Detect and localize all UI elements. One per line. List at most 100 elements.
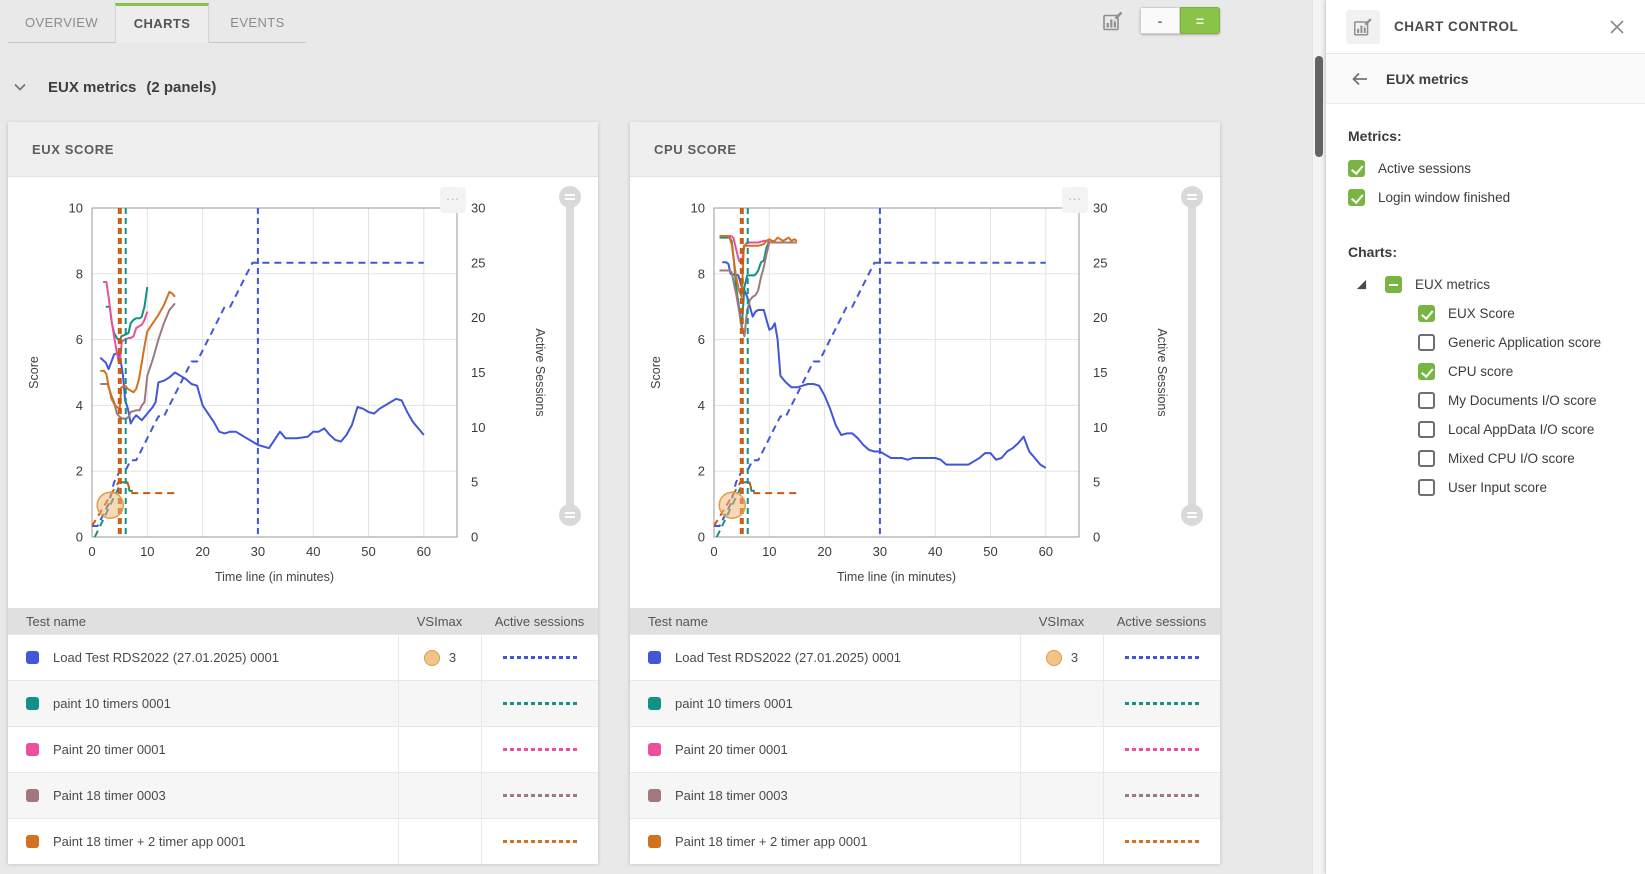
chart-option-label: Local AppData I/O score: [1448, 422, 1594, 437]
close-icon[interactable]: [1607, 17, 1627, 37]
svg-text:50: 50: [361, 544, 375, 559]
chart-toggle-eux-score[interactable]: EUX Score: [1348, 299, 1645, 328]
x-axis-label: Time line (in minutes): [837, 570, 956, 584]
slider-handle-top[interactable]: [559, 186, 581, 208]
test-name: Paint 18 timer 0003: [675, 788, 788, 803]
svg-text:4: 4: [76, 398, 83, 413]
panel-title: CPU SCORE: [654, 142, 737, 157]
column-header: Active sessions: [1103, 614, 1220, 629]
chart-control-icon: [1346, 10, 1380, 44]
chart-option-label: My Documents I/O score: [1448, 393, 1597, 408]
tab-overview[interactable]: OVERVIEW: [8, 3, 115, 43]
chart-edit-icon[interactable]: [1100, 8, 1126, 34]
table-row: Load Test RDS2022 (27.01.2025) 0001 3: [8, 634, 598, 680]
chart-toggle-cpu-score[interactable]: CPU score: [1348, 357, 1645, 386]
chart-toggle-mixed-cpu-i-o-score[interactable]: Mixed CPU I/O score: [1348, 444, 1645, 473]
vsimax-cell: 3: [398, 635, 481, 680]
chart-control-panel: CHART CONTROL EUX metrics Metrics: Activ…: [1326, 0, 1645, 874]
test-name-cell: Load Test RDS2022 (27.01.2025) 0001: [8, 635, 398, 680]
active-sessions-cell: [481, 681, 598, 726]
tab-events[interactable]: EVENTS: [209, 3, 306, 43]
chart-option-label: EUX Score: [1448, 306, 1515, 321]
chart-toggle-local-appdata-i-o-score[interactable]: Local AppData I/O score: [1348, 415, 1645, 444]
series-paint-18-timer-2-timer-app-0001: [100, 292, 175, 409]
chevron-down-icon[interactable]: [12, 79, 28, 95]
chart-toggle-my-documents-i-o-score[interactable]: My Documents I/O score: [1348, 386, 1645, 415]
scrollbar-thumb[interactable]: [1315, 56, 1323, 157]
checkbox[interactable]: [1348, 160, 1365, 177]
svg-text:10: 10: [762, 544, 776, 559]
svg-text:0: 0: [88, 544, 95, 559]
active-sessions-cell: [1103, 773, 1220, 818]
vsimax-value: 3: [1071, 650, 1078, 665]
series-color-swatch: [26, 697, 39, 710]
test-name: Paint 18 timer + 2 timer app 0001: [675, 834, 868, 849]
vsimax-marker: [719, 492, 745, 518]
checkbox[interactable]: [1418, 421, 1435, 438]
test-name-cell: paint 10 timers 0001: [8, 681, 398, 726]
checkbox[interactable]: [1348, 189, 1365, 206]
back-arrow-icon[interactable]: [1350, 69, 1370, 89]
table-row: Load Test RDS2022 (27.01.2025) 0001 3: [630, 634, 1220, 680]
metric-toggle-active-sessions[interactable]: Active sessions: [1348, 154, 1645, 183]
chart-more-button[interactable]: ...: [1062, 187, 1088, 213]
svg-text:0: 0: [76, 530, 83, 545]
checkbox[interactable]: [1418, 450, 1435, 467]
vsimax-value: 3: [449, 650, 456, 665]
checkbox[interactable]: [1418, 305, 1435, 322]
column-header: Active sessions: [481, 614, 598, 629]
test-name: Load Test RDS2022 (27.01.2025) 0001: [675, 650, 901, 665]
svg-text:0: 0: [710, 544, 717, 559]
test-name-cell: paint 10 timers 0001: [630, 681, 1020, 726]
dashed-line-sample: [503, 748, 577, 751]
active-sessions-cell: [481, 773, 598, 818]
slider-handle-bottom[interactable]: [1181, 504, 1203, 526]
test-name-cell: Paint 18 timer 0003: [630, 773, 1020, 818]
test-name: paint 10 timers 0001: [53, 696, 171, 711]
metric-toggle-login-window-finished[interactable]: Login window finished: [1348, 183, 1645, 212]
eux-score-chart: 01020304050600246810051015202530Time lin…: [8, 177, 598, 608]
checkbox[interactable]: [1418, 479, 1435, 496]
charts-label: Charts:: [1348, 244, 1645, 260]
checkbox[interactable]: [1418, 363, 1435, 380]
vsimax-cell: [1020, 681, 1103, 726]
control-group-title: EUX metrics: [1386, 71, 1468, 87]
dashed-line-sample: [503, 656, 577, 659]
series-color-swatch: [26, 789, 39, 802]
chart-toggle-generic-application-score[interactable]: Generic Application score: [1348, 328, 1645, 357]
layout-two-column-button[interactable]: =: [1180, 7, 1220, 34]
main-scrollbar[interactable]: [1312, 0, 1325, 874]
legend-table-header: Test nameVSImaxActive sessions: [8, 609, 598, 634]
eux-metrics-checkbox[interactable]: [1385, 276, 1402, 293]
svg-text:25: 25: [471, 255, 485, 270]
svg-text:6: 6: [698, 332, 705, 347]
chart-toggle-user-input-score[interactable]: User Input score: [1348, 473, 1645, 502]
checkbox[interactable]: [1418, 392, 1435, 409]
svg-text:25: 25: [1093, 255, 1107, 270]
table-row: Paint 18 timer + 2 timer app 0001: [8, 818, 598, 864]
metrics-label: Metrics:: [1348, 128, 1645, 144]
svg-text:8: 8: [698, 266, 705, 281]
column-header: Test name: [630, 614, 1020, 629]
column-header: VSImax: [1020, 614, 1103, 629]
svg-text:40: 40: [928, 544, 942, 559]
test-name-cell: Paint 18 timer + 2 timer app 0001: [8, 819, 398, 864]
slider-handle-bottom[interactable]: [559, 504, 581, 526]
active-sessions-cell: [1103, 727, 1220, 772]
test-name-cell: Paint 18 timer 0003: [8, 773, 398, 818]
table-row: Paint 20 timer 0001: [8, 726, 598, 772]
chart-more-button[interactable]: ...: [440, 187, 466, 213]
tab-charts[interactable]: CHARTS: [115, 3, 209, 43]
checkbox[interactable]: [1418, 334, 1435, 351]
table-row: Paint 20 timer 0001: [630, 726, 1220, 772]
slider-handle-top[interactable]: [1181, 186, 1203, 208]
test-name: Paint 18 timer + 2 timer app 0001: [53, 834, 246, 849]
layout-single-column-button[interactable]: -: [1140, 7, 1180, 34]
tree-expand-icon[interactable]: [1356, 279, 1367, 290]
dashed-line-sample: [1125, 656, 1199, 659]
column-header: VSImax: [398, 614, 481, 629]
active-sessions-cell: [1103, 681, 1220, 726]
dashed-line-sample: [1125, 840, 1199, 843]
legend-table-header: Test nameVSImaxActive sessions: [630, 609, 1220, 634]
svg-text:30: 30: [1093, 201, 1107, 216]
